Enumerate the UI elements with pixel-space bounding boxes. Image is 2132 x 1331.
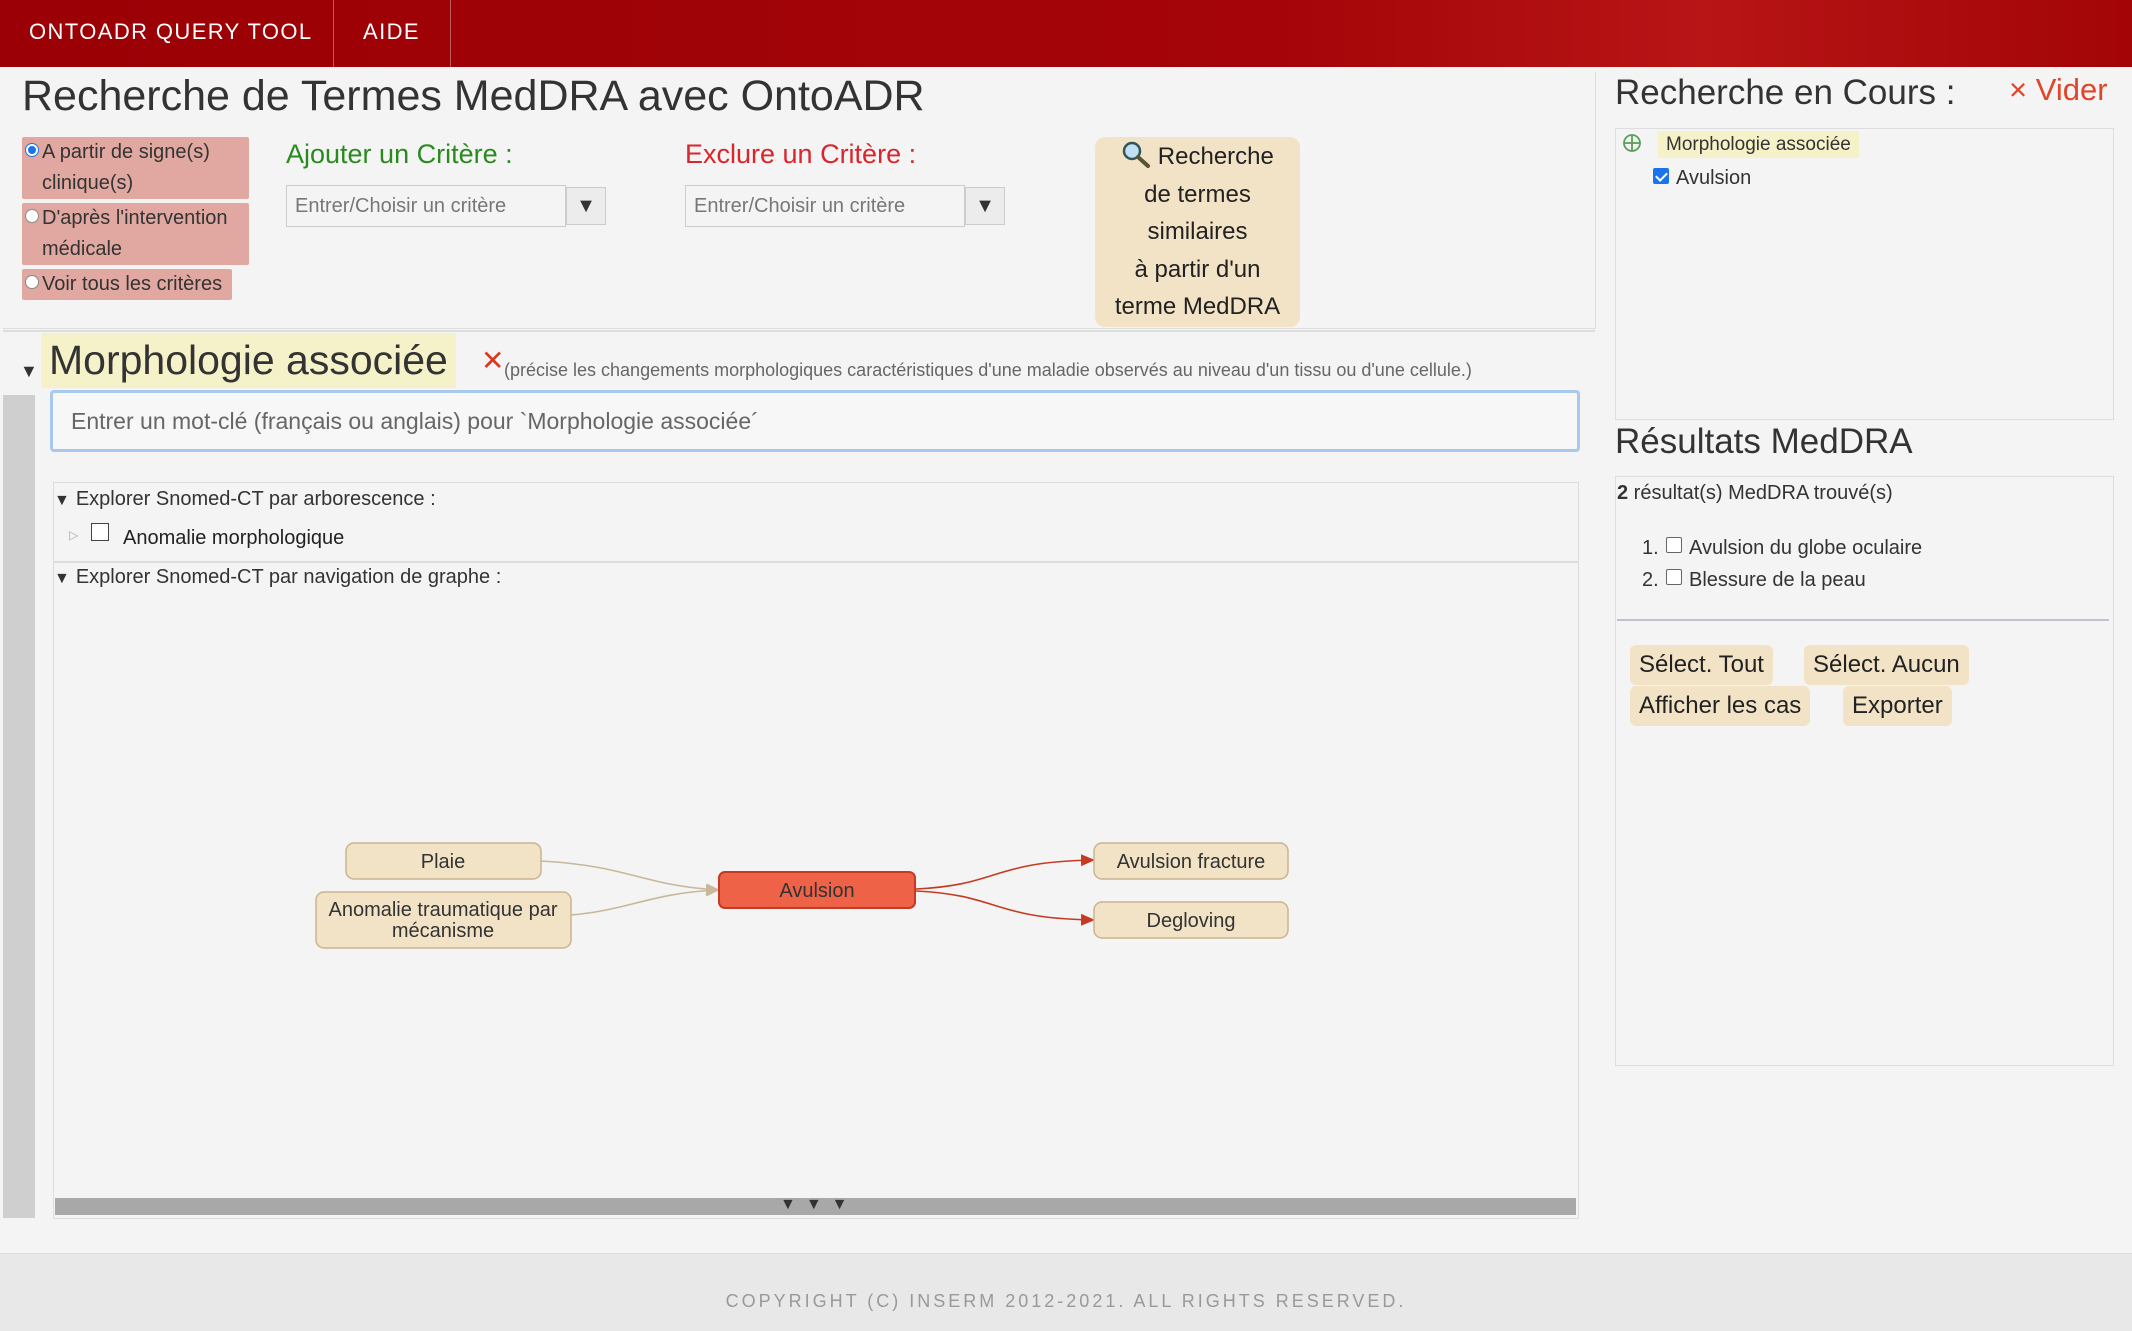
results-count: 2 résultat(s) MedDRA trouvé(s) [1617,482,1893,504]
select-all-button[interactable]: Sélect. Tout [1630,645,1773,685]
result-checkbox[interactable] [1666,537,1682,553]
graph-node-traumatic-anomaly[interactable]: Anomalie traumatique par mécanisme [315,891,572,949]
svg-text:mécanisme: mécanisme [392,920,494,942]
graph-edge [540,860,720,896]
results-title: Résultats MedDRA [1615,422,1913,461]
results-divider [1617,619,2109,621]
graph-node-plaie[interactable]: Plaie [345,842,542,880]
result-number: 1. [1642,537,1659,559]
svg-text:Anomalie traumatique par: Anomalie traumatique par [328,899,557,921]
graph-edge [915,890,1095,926]
result-checkbox[interactable] [1666,569,1682,585]
svg-text:Avulsion: Avulsion [779,880,854,902]
graph-edge [570,884,720,916]
current-search-title: Recherche en Cours : [1615,73,1956,112]
graph-node-degloving[interactable]: Degloving [1093,901,1289,939]
svg-text:Avulsion fracture: Avulsion fracture [1117,851,1266,873]
current-value-label: Avulsion [1676,167,1752,189]
results-panel [1615,476,2114,1066]
copyright-text: COPYRIGHT (C) INSERM 2012-2021. ALL RIGH… [725,1291,1407,1311]
current-criterion-tag[interactable]: Morphologie associée [1658,131,1859,158]
export-button[interactable]: Exporter [1843,686,1952,726]
result-label[interactable]: Avulsion du globe oculaire [1689,537,1922,560]
graph-node-avulsion-fracture[interactable]: Avulsion fracture [1093,842,1289,880]
show-cases-button[interactable]: Afficher les cas [1630,686,1811,726]
resize-grip-icon[interactable]: ▼▼▼ [780,1196,858,1214]
current-value-checkbox[interactable] [1653,168,1669,184]
graph-node-avulsion[interactable]: Avulsion [718,871,916,909]
graph-edge [915,854,1095,890]
svg-text:Plaie: Plaie [421,851,465,873]
clear-search-button[interactable]: × Vider [2009,72,2108,108]
result-label[interactable]: Blessure de la peau [1689,569,1866,592]
select-none-button[interactable]: Sélect. Aucun [1804,645,1969,685]
svg-text:Degloving: Degloving [1147,910,1236,932]
result-number: 2. [1642,569,1659,591]
crosshair-icon[interactable] [1622,133,1642,159]
